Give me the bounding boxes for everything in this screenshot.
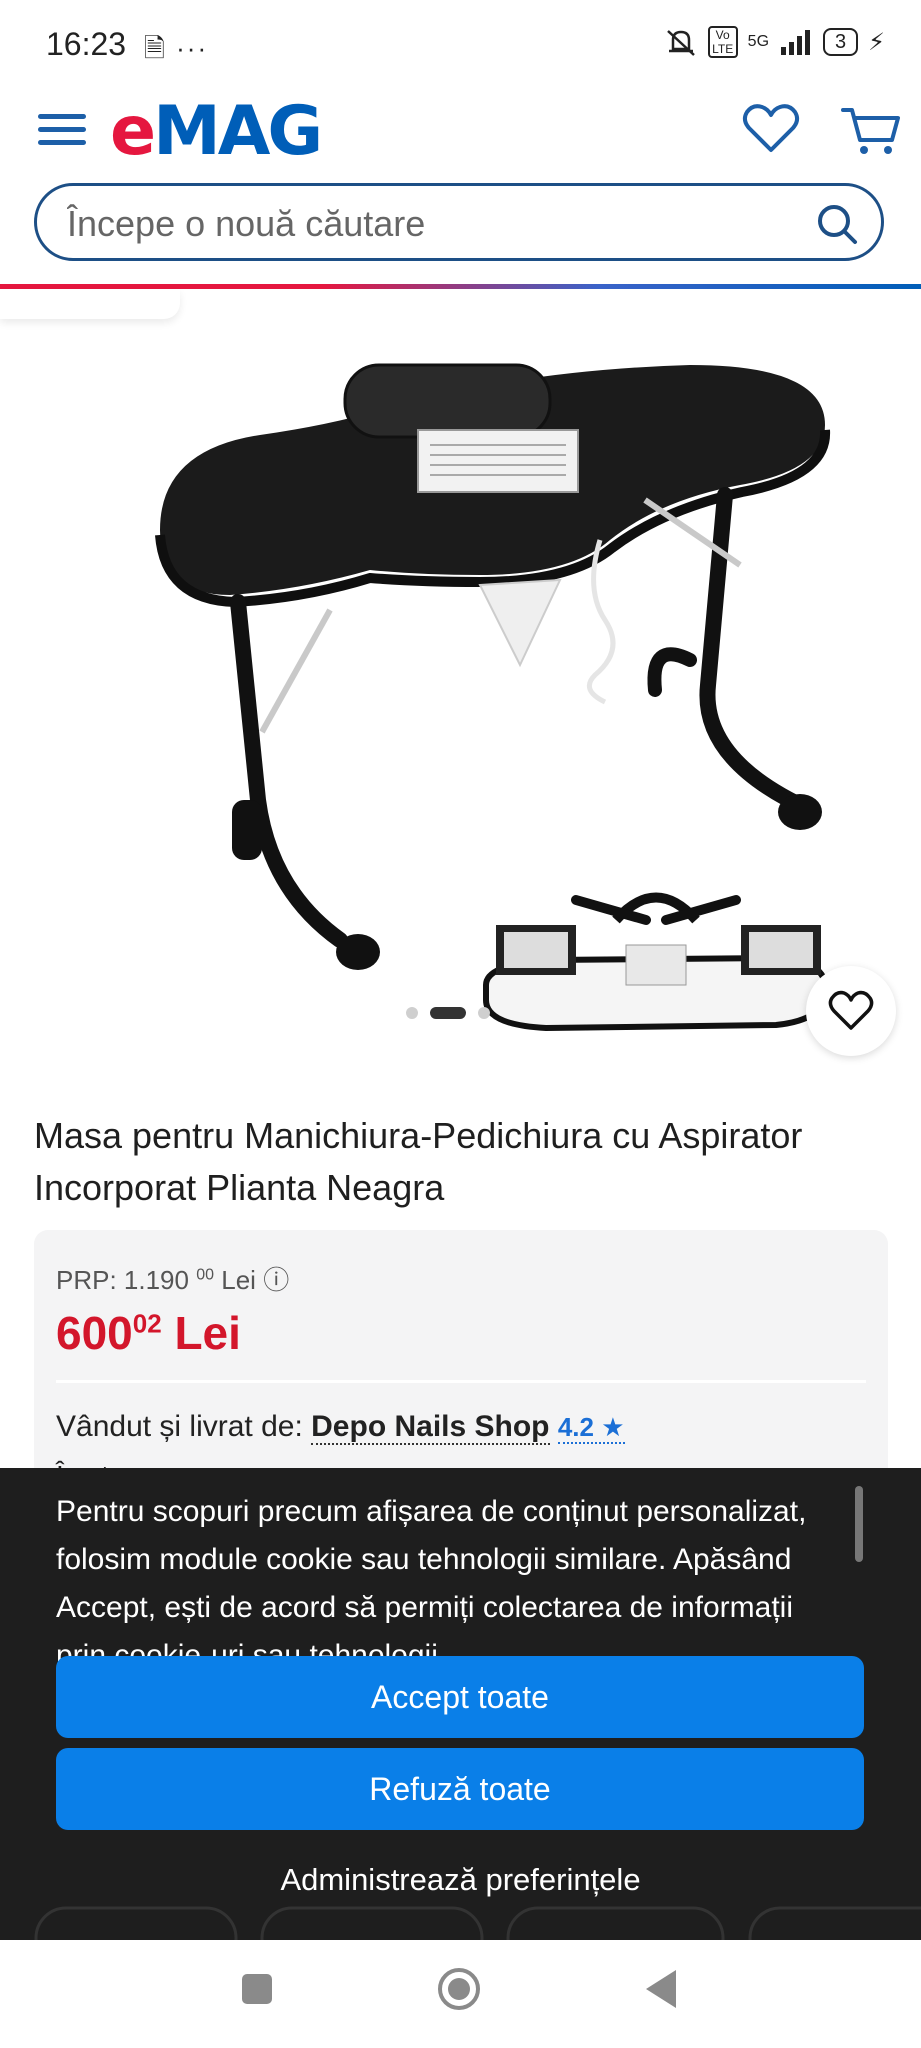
refuse-all-button[interactable]: Refuză toate <box>56 1748 864 1830</box>
carousel-dot[interactable] <box>406 1007 418 1019</box>
system-nav-bar <box>0 1940 921 2048</box>
heart-icon <box>828 990 874 1030</box>
product-title: Masa pentru Manichiura-Pedichiura cu Asp… <box>34 1115 803 1208</box>
emag-logo[interactable]: eMAG <box>110 92 323 171</box>
network-label: 5G <box>747 33 770 50</box>
tab-stub <box>0 289 180 319</box>
search-bar[interactable] <box>34 183 884 261</box>
logo-mag: MAG <box>153 92 323 171</box>
divider <box>56 1380 866 1383</box>
prp-currency: Lei <box>221 1265 256 1295</box>
hamburger-menu-icon[interactable] <box>36 104 88 156</box>
carousel-dot[interactable] <box>478 1007 490 1019</box>
search-input[interactable] <box>65 198 809 250</box>
carousel-dots <box>406 1007 490 1019</box>
price-int: 600 <box>56 1307 133 1359</box>
recent-apps-icon[interactable] <box>242 1974 272 2004</box>
favorites-heart-icon[interactable] <box>740 98 802 160</box>
charging-icon: ⚡ <box>868 28 885 56</box>
battery-icon: 3 <box>823 28 859 56</box>
cookie-consent-panel: Pentru scopuri precum afișarea de conțin… <box>0 1468 921 1940</box>
manage-preferences-link[interactable]: Administrează preferințele <box>0 1862 921 1898</box>
accept-all-button[interactable]: Accept toate <box>56 1656 864 1738</box>
info-icon[interactable]: ⓘ <box>263 1265 289 1295</box>
prp-decimals: 00 <box>196 1266 215 1284</box>
status-bar: 16:23 🗎 ··· Vo LTE 5G 3 ⚡ <box>0 0 921 90</box>
prp-price: PRP: 1.190 00 Lei ⓘ <box>56 1260 289 1297</box>
search-icon[interactable] <box>815 202 859 246</box>
sold-by-label: Vândut și livrat de: <box>56 1410 303 1443</box>
seller-rating[interactable]: 4.2 ★ <box>557 1412 625 1444</box>
cart-icon[interactable] <box>840 100 902 158</box>
product-thumbnail[interactable] <box>476 880 836 1050</box>
carousel-dot-active[interactable] <box>430 1007 466 1019</box>
current-price: 60002 Lei <box>56 1306 241 1360</box>
add-to-wishlist-button[interactable] <box>806 966 896 1056</box>
status-right-icons: Vo LTE 5G 3 ⚡ <box>664 26 885 58</box>
back-icon[interactable] <box>644 1968 678 2010</box>
cookie-scrollbar[interactable] <box>855 1486 863 1562</box>
filter-chips-background <box>34 1906 921 1940</box>
notification-icons: 🗎 ··· <box>144 33 209 63</box>
volte-icon: Vo LTE <box>707 26 738 58</box>
signal-icon <box>781 30 811 55</box>
seller-info: Vândut și livrat de: Depo Nails Shop 4.2… <box>56 1410 625 1445</box>
price-currency: Lei <box>174 1307 241 1359</box>
home-icon[interactable] <box>436 1966 482 2012</box>
app-header: eMAG <box>0 90 921 190</box>
seller-name-link[interactable]: Depo Nails Shop <box>311 1410 550 1445</box>
status-time: 16:23 <box>46 26 127 62</box>
logo-e: e <box>110 92 156 171</box>
price-decimals: 02 <box>132 1308 162 1339</box>
prp-label: PRP: 1.190 <box>56 1265 189 1295</box>
cookie-message: Pentru scopuri precum afișarea de conțin… <box>56 1495 807 1672</box>
mute-bell-icon <box>666 30 695 56</box>
